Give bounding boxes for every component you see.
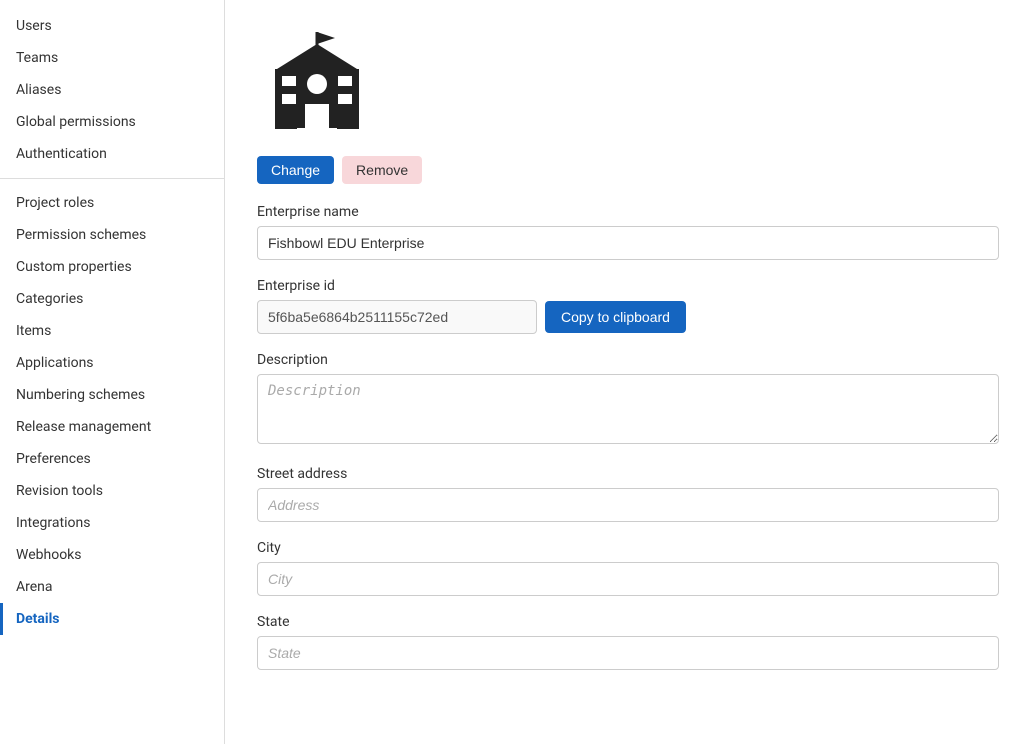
city-input[interactable]: [257, 562, 999, 596]
enterprise-name-label: Enterprise name: [257, 204, 999, 220]
enterprise-id-input[interactable]: [257, 300, 537, 334]
sidebar-item-integrations[interactable]: Integrations: [0, 507, 224, 539]
state-input[interactable]: [257, 636, 999, 670]
change-button[interactable]: Change: [257, 156, 334, 184]
remove-button[interactable]: Remove: [342, 156, 422, 184]
sidebar-item-preferences[interactable]: Preferences: [0, 443, 224, 475]
enterprise-logo-icon: [257, 24, 377, 144]
sidebar-item-applications[interactable]: Applications: [0, 347, 224, 379]
sidebar-item-teams[interactable]: Teams: [0, 42, 224, 74]
sidebar-item-webhooks[interactable]: Webhooks: [0, 539, 224, 571]
street-address-label: Street address: [257, 466, 999, 482]
sidebar-item-users[interactable]: Users: [0, 10, 224, 42]
enterprise-id-label: Enterprise id: [257, 278, 999, 294]
sidebar-item-revision-tools[interactable]: Revision tools: [0, 475, 224, 507]
city-group: City: [257, 540, 999, 596]
enterprise-name-input[interactable]: [257, 226, 999, 260]
state-label: State: [257, 614, 999, 630]
description-input[interactable]: [257, 374, 999, 444]
sidebar-item-global-permissions[interactable]: Global permissions: [0, 106, 224, 138]
enterprise-id-row: Copy to clipboard: [257, 300, 999, 334]
logo-buttons: Change Remove: [257, 156, 422, 184]
sidebar-item-permission-schemes[interactable]: Permission schemes: [0, 219, 224, 251]
sidebar-group-bottom: Project roles Permission schemes Custom …: [0, 187, 224, 635]
enterprise-name-group: Enterprise name: [257, 204, 999, 260]
city-label: City: [257, 540, 999, 556]
sidebar-item-aliases[interactable]: Aliases: [0, 74, 224, 106]
sidebar-group-top: Users Teams Aliases Global permissions A…: [0, 10, 224, 170]
sidebar-item-details[interactable]: Details: [0, 603, 224, 635]
sidebar-item-arena[interactable]: Arena: [0, 571, 224, 603]
street-address-group: Street address: [257, 466, 999, 522]
description-label: Description: [257, 352, 999, 368]
sidebar-item-categories[interactable]: Categories: [0, 283, 224, 315]
logo-section: Change Remove: [257, 24, 999, 184]
state-group: State: [257, 614, 999, 670]
sidebar: Users Teams Aliases Global permissions A…: [0, 0, 225, 744]
sidebar-item-items[interactable]: Items: [0, 315, 224, 347]
sidebar-item-numbering-schemes[interactable]: Numbering schemes: [0, 379, 224, 411]
copy-clipboard-button[interactable]: Copy to clipboard: [545, 301, 686, 333]
main-content: Change Remove Enterprise name Enterprise…: [225, 0, 1031, 744]
sidebar-item-project-roles[interactable]: Project roles: [0, 187, 224, 219]
street-address-input[interactable]: [257, 488, 999, 522]
sidebar-item-custom-properties[interactable]: Custom properties: [0, 251, 224, 283]
sidebar-divider: [0, 178, 224, 179]
sidebar-item-release-management[interactable]: Release management: [0, 411, 224, 443]
description-group: Description: [257, 352, 999, 448]
sidebar-item-authentication[interactable]: Authentication: [0, 138, 224, 170]
enterprise-id-group: Enterprise id Copy to clipboard: [257, 278, 999, 334]
